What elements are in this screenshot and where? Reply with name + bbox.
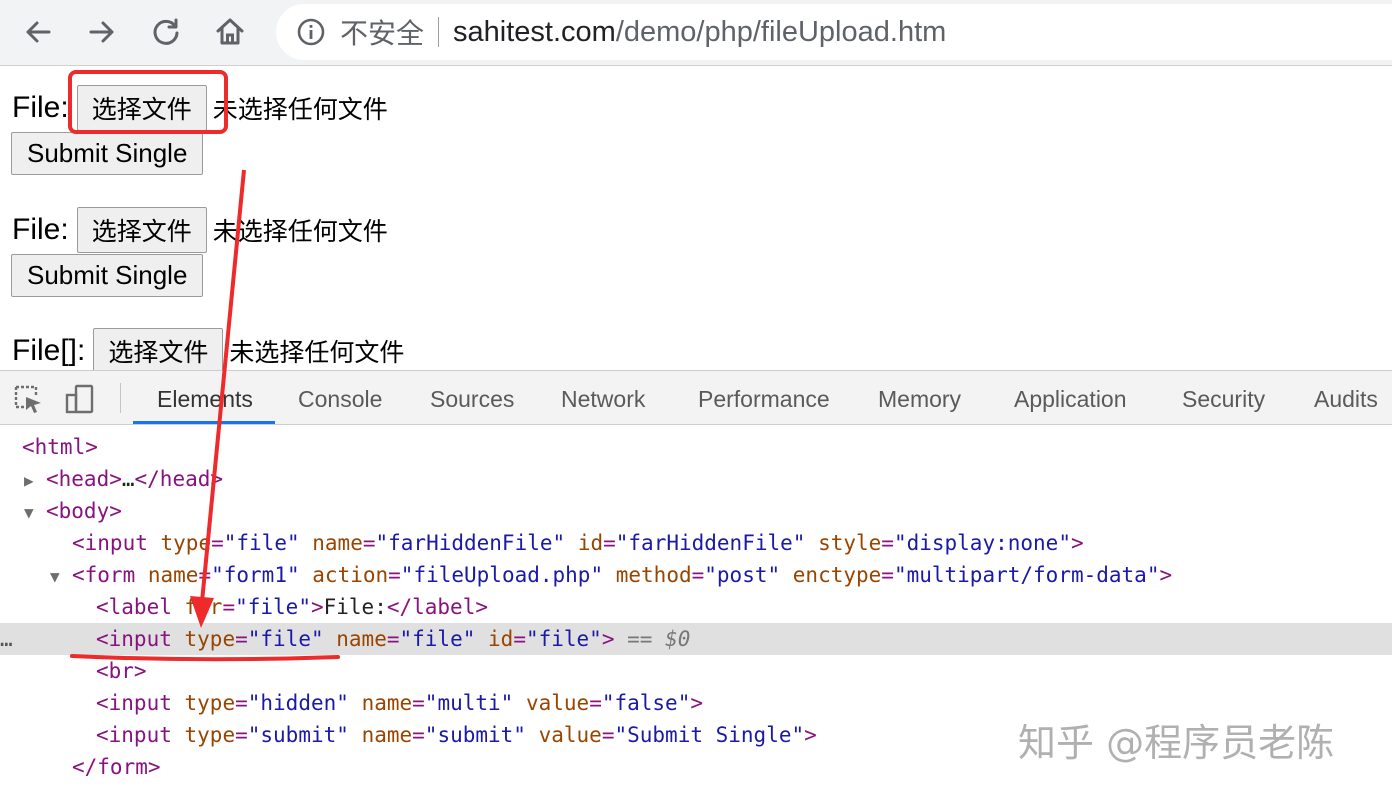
toolbar-divider (120, 383, 121, 413)
dom-node-file-input-selected[interactable]: … <input type="file" name="file" id="file… (0, 623, 1392, 655)
no-file-text: 未选择任何文件 (212, 217, 388, 246)
dom-node-hidden-file-input[interactable]: <input type="file" name="farHiddenFile" … (0, 527, 1392, 559)
file-row-2: File: 选择文件 未选择任何文件 (12, 207, 388, 253)
file-row-1: File: 选择文件 未选择任何文件 (12, 85, 388, 131)
info-icon[interactable] (296, 17, 326, 47)
url-text[interactable]: sahitest.com/demo/php/fileUpload.htm (453, 16, 946, 49)
inspect-element-icon[interactable] (12, 383, 44, 415)
file-label: File: (12, 91, 69, 124)
forward-arrow-icon (89, 21, 114, 43)
choose-file-button[interactable]: 选择文件 (76, 207, 207, 253)
dom-node-head[interactable]: ▶ <head>…</head> (0, 463, 1392, 495)
submit-single-button[interactable]: Submit Single (11, 132, 204, 175)
back-arrow-icon (26, 21, 51, 43)
more-options-icon[interactable]: … (0, 623, 13, 655)
dom-node-form[interactable]: ▼ <form name="form1" action="fileUpload.p… (0, 559, 1392, 591)
tab-performance[interactable]: Performance (698, 371, 830, 425)
home-icon (216, 18, 244, 45)
tab-network[interactable]: Network (561, 371, 645, 425)
device-toolbar-icon[interactable] (64, 383, 96, 415)
security-label: 不安全 (340, 18, 425, 49)
tab-elements[interactable]: Elements (157, 371, 253, 425)
tab-security[interactable]: Security (1182, 371, 1265, 425)
active-tab-underline (133, 421, 275, 424)
reload-icon (153, 18, 179, 45)
no-file-text: 未选择任何文件 (212, 95, 388, 124)
back-button[interactable] (16, 10, 60, 54)
dom-node-label[interactable]: <label for="file">File:</label> (0, 591, 1392, 623)
dom-node-br[interactable]: <br> (0, 655, 1392, 687)
dom-node-body[interactable]: ▼ <body> (0, 495, 1392, 527)
file-label: File: (12, 213, 69, 246)
tab-sources[interactable]: Sources (430, 371, 514, 425)
choose-file-button[interactable]: 选择文件 (93, 328, 224, 374)
no-file-text: 未选择任何文件 (229, 338, 405, 367)
reload-button[interactable] (144, 10, 188, 54)
home-button[interactable] (208, 10, 252, 54)
address-bar[interactable]: 不安全 sahitest.com/demo/php/fileUpload.htm (276, 4, 1392, 60)
submit-single-button[interactable]: Submit Single (11, 254, 204, 297)
collapse-triangle-icon[interactable]: ▼ (50, 561, 72, 593)
url-path: /demo/php/fileUpload.htm (615, 15, 947, 48)
tab-memory[interactable]: Memory (878, 371, 961, 425)
expand-triangle-icon[interactable]: ▶ (24, 465, 46, 497)
watermark-text: 知乎 @程序员老陈 (1018, 721, 1335, 765)
tab-application[interactable]: Application (1014, 371, 1127, 425)
browser-toolbar: 不安全 sahitest.com/demo/php/fileUpload.htm (0, 0, 1392, 66)
page-content: File: 选择文件 未选择任何文件 Submit Single File: 选… (0, 67, 1392, 374)
tab-console[interactable]: Console (298, 371, 382, 425)
tab-audits[interactable]: Audits (1314, 371, 1378, 425)
dom-node-html[interactable]: <html> (0, 431, 1392, 463)
devtools-tab-bar: Elements Console Sources Network Perform… (0, 371, 1392, 425)
forward-button[interactable] (80, 10, 124, 54)
choose-file-button[interactable]: 选择文件 (76, 85, 207, 131)
file-array-label: File[]: (12, 334, 86, 367)
omnibox-separator (438, 17, 440, 47)
url-host: sahitest.com (453, 15, 616, 48)
collapse-triangle-icon[interactable]: ▼ (24, 497, 46, 529)
file-array-row: File[]: 选择文件 未选择任何文件 (12, 328, 404, 374)
